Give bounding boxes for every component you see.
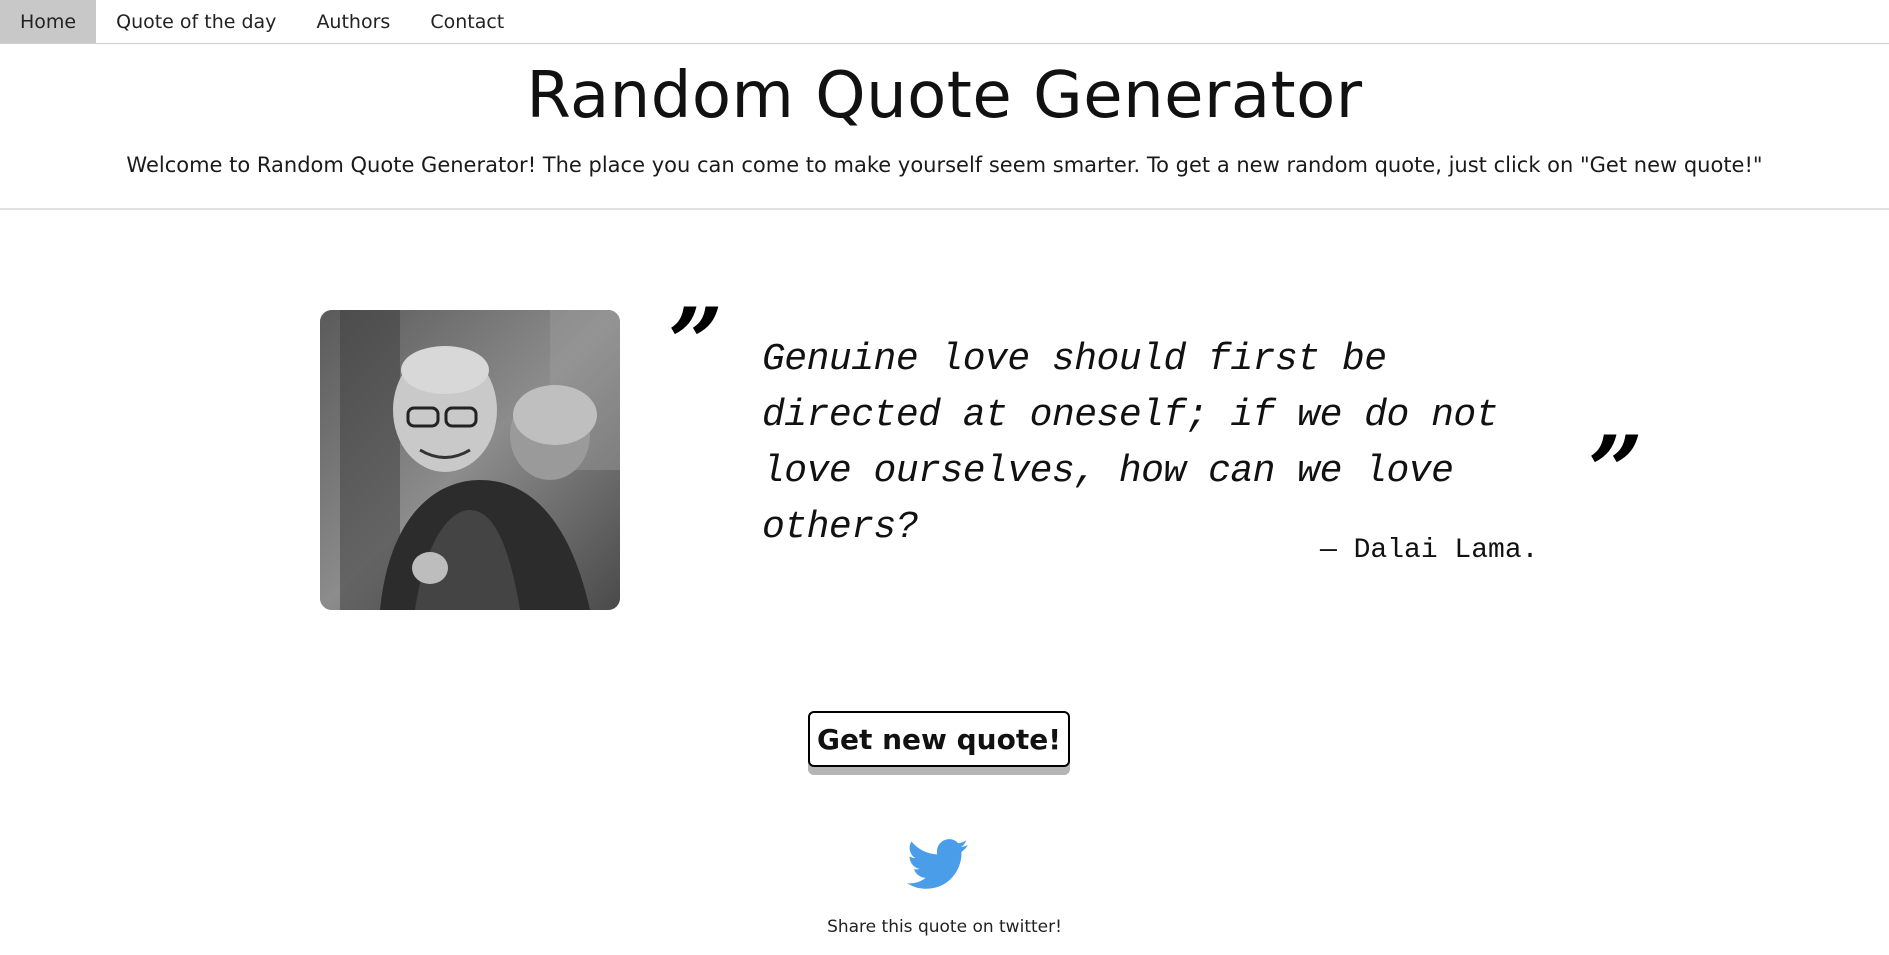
quote-text: Genuine love should first be directed at… <box>762 338 1499 549</box>
page-title: Random Quote Generator <box>526 59 1363 133</box>
top-nav: Home Quote of the day Authors Contact <box>0 0 1889 44</box>
intro-text: Welcome to Random Quote Generator! The p… <box>126 153 1763 177</box>
nav-item-contact[interactable]: Contact <box>410 0 524 43</box>
nav-item-quote-of-the-day[interactable]: Quote of the day <box>96 0 296 43</box>
get-new-quote-button[interactable]: Get new quote! <box>808 711 1070 767</box>
nav-item-authors[interactable]: Authors <box>296 0 410 43</box>
open-quote-mark-icon: ” <box>668 287 724 400</box>
twitter-icon[interactable] <box>907 837 969 893</box>
author-portrait <box>320 310 620 610</box>
close-quote-mark-icon: ” <box>1588 415 1644 528</box>
quote-author: — Dalai Lama. <box>1320 535 1539 566</box>
nav-item-home[interactable]: Home <box>0 0 97 43</box>
header-divider <box>0 208 1889 210</box>
share-twitter-text: Share this quote on twitter! <box>827 917 1062 937</box>
